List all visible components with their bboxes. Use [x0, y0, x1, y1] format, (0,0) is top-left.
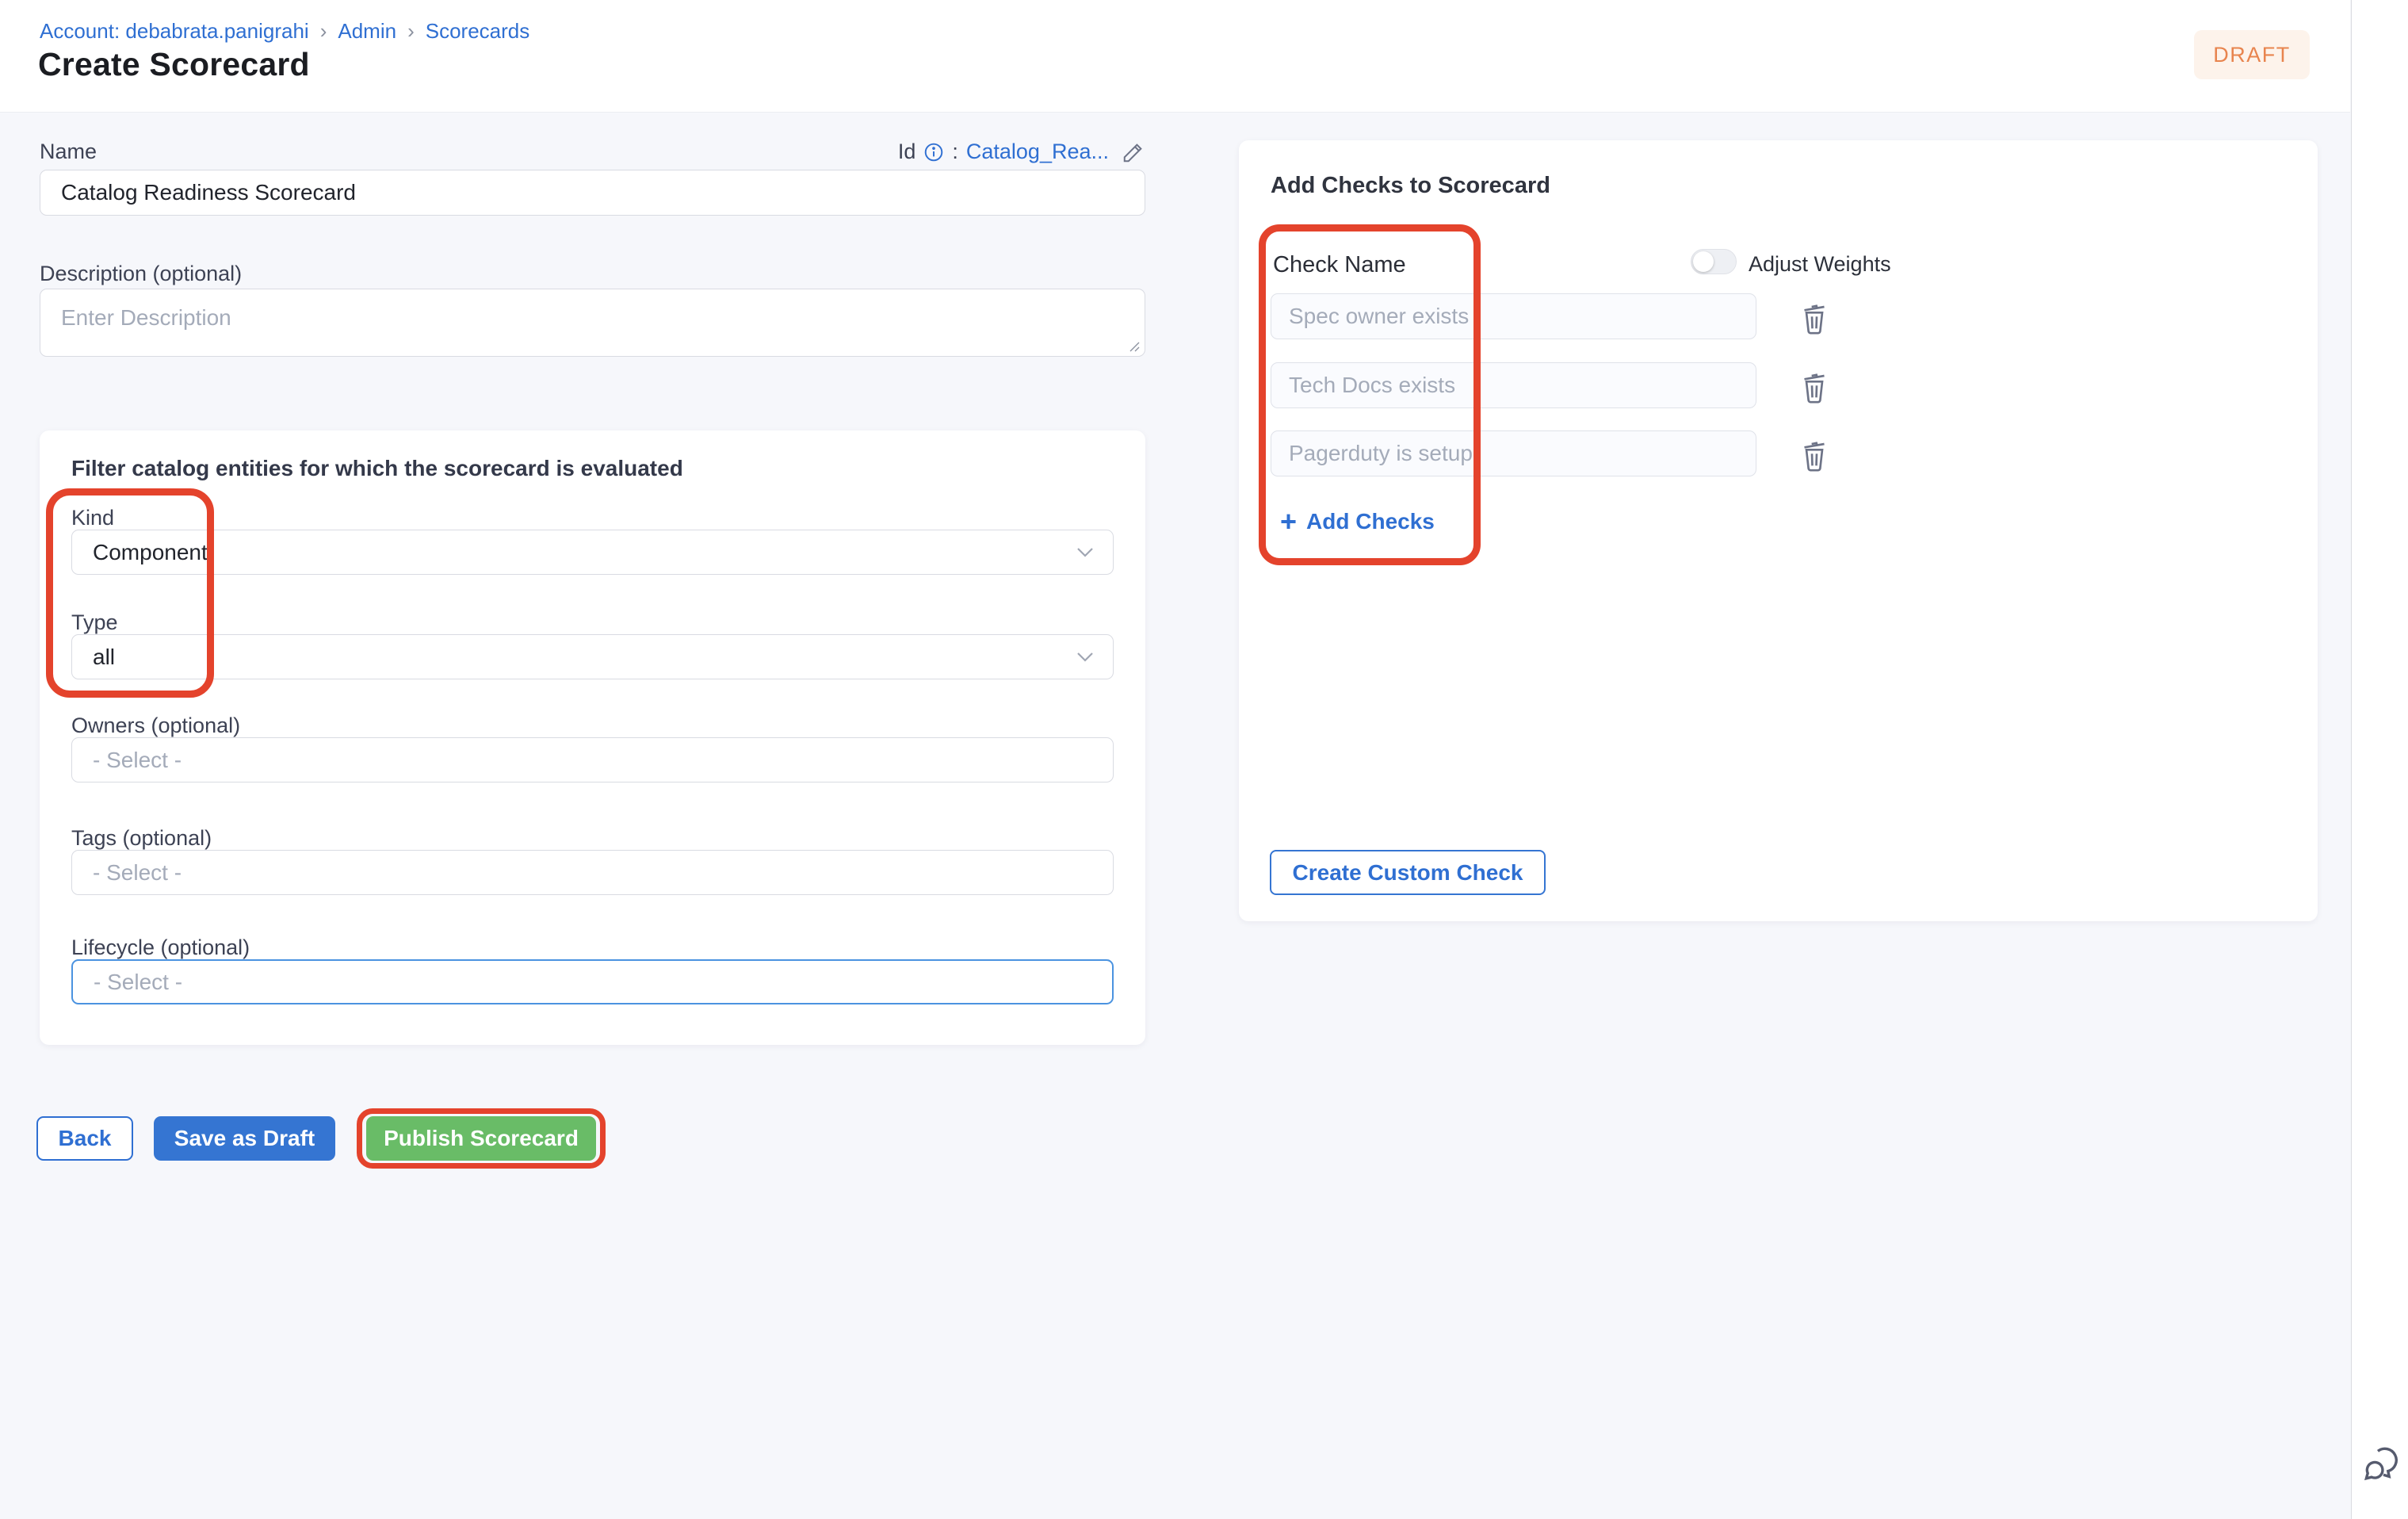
page-header: Account: debabrata.panigrahi › Admin › S… — [0, 0, 2350, 113]
id-colon: : — [952, 140, 958, 164]
type-select-value: all — [93, 645, 115, 670]
owners-select[interactable]: - Select - — [71, 737, 1114, 782]
adjust-weights-toggle[interactable] — [1691, 249, 1737, 274]
filter-entities-card: Filter catalog entities for which the sc… — [40, 430, 1145, 1045]
kind-select-value: Component — [93, 540, 208, 565]
info-icon[interactable] — [923, 142, 944, 163]
id-group: Id : Catalog_Rea... — [898, 140, 1145, 164]
pencil-icon[interactable] — [1122, 140, 1145, 164]
create-scorecard-page: Account: debabrata.panigrahi › Admin › S… — [0, 0, 2408, 1519]
name-row: Name Id : Catalog_Rea... — [40, 140, 1145, 164]
check-row — [1271, 430, 1881, 476]
check-name-input-3[interactable] — [1271, 430, 1756, 476]
add-checks-card: Add Checks to Scorecard Check Name Adjus… — [1239, 140, 2318, 921]
right-side-strip — [2351, 0, 2408, 1519]
kind-label: Kind — [71, 506, 114, 530]
name-label: Name — [40, 140, 97, 164]
add-checks-button[interactable]: + Add Checks — [1280, 509, 1435, 534]
check-row — [1271, 293, 1881, 339]
owners-label: Owners (optional) — [71, 714, 240, 738]
name-input[interactable] — [40, 170, 1145, 216]
adjust-weights-label: Adjust Weights — [1749, 252, 1891, 277]
status-badge-draft: DRAFT — [2194, 30, 2310, 79]
publish-scorecard-button[interactable]: Publish Scorecard — [366, 1116, 596, 1161]
trash-icon[interactable] — [1798, 369, 1830, 404]
trash-icon[interactable] — [1798, 438, 1830, 473]
plus-icon: + — [1280, 511, 1297, 533]
lifecycle-select[interactable]: - Select - — [71, 959, 1114, 1004]
type-label: Type — [71, 610, 118, 635]
tags-select-placeholder: - Select - — [93, 860, 182, 886]
kind-select[interactable]: Component — [71, 530, 1114, 575]
trash-icon[interactable] — [1798, 300, 1830, 335]
add-checks-title: Add Checks to Scorecard — [1271, 173, 1550, 199]
tags-select[interactable]: - Select - — [71, 850, 1114, 895]
chevron-down-icon — [1076, 547, 1094, 558]
chat-bubbles-icon[interactable] — [2361, 1443, 2402, 1487]
create-custom-check-button[interactable]: Create Custom Check — [1270, 850, 1546, 895]
back-button[interactable]: Back — [36, 1116, 133, 1161]
breadcrumb: Account: debabrata.panigrahi › Admin › S… — [40, 19, 529, 44]
check-name-input-2[interactable] — [1271, 362, 1756, 408]
check-name-column-header: Check Name — [1273, 252, 1406, 278]
chevron-down-icon — [1076, 652, 1094, 663]
description-field-wrap — [40, 289, 1145, 357]
add-checks-label: Add Checks — [1306, 509, 1435, 534]
check-row — [1271, 362, 1881, 408]
description-textarea[interactable] — [40, 289, 1145, 357]
breadcrumb-scorecards[interactable]: Scorecards — [426, 19, 530, 44]
description-label: Description (optional) — [40, 262, 242, 286]
id-label: Id — [898, 140, 916, 164]
breadcrumb-admin[interactable]: Admin — [338, 19, 396, 44]
lifecycle-label: Lifecycle (optional) — [71, 936, 250, 960]
tags-label: Tags (optional) — [71, 826, 212, 851]
id-value-link[interactable]: Catalog_Rea... — [966, 140, 1109, 164]
breadcrumb-separator: › — [320, 19, 327, 44]
toggle-knob — [1693, 251, 1714, 272]
owners-select-placeholder: - Select - — [93, 748, 182, 773]
check-name-input-1[interactable] — [1271, 293, 1756, 339]
page-title: Create Scorecard — [38, 46, 310, 83]
filter-card-title: Filter catalog entities for which the sc… — [71, 456, 683, 481]
lifecycle-select-placeholder: - Select - — [94, 970, 182, 995]
save-as-draft-button[interactable]: Save as Draft — [154, 1116, 335, 1161]
name-field-wrap — [40, 170, 1145, 216]
breadcrumb-separator: › — [407, 19, 415, 44]
breadcrumb-account[interactable]: Account: debabrata.panigrahi — [40, 19, 309, 44]
type-select[interactable]: all — [71, 634, 1114, 679]
